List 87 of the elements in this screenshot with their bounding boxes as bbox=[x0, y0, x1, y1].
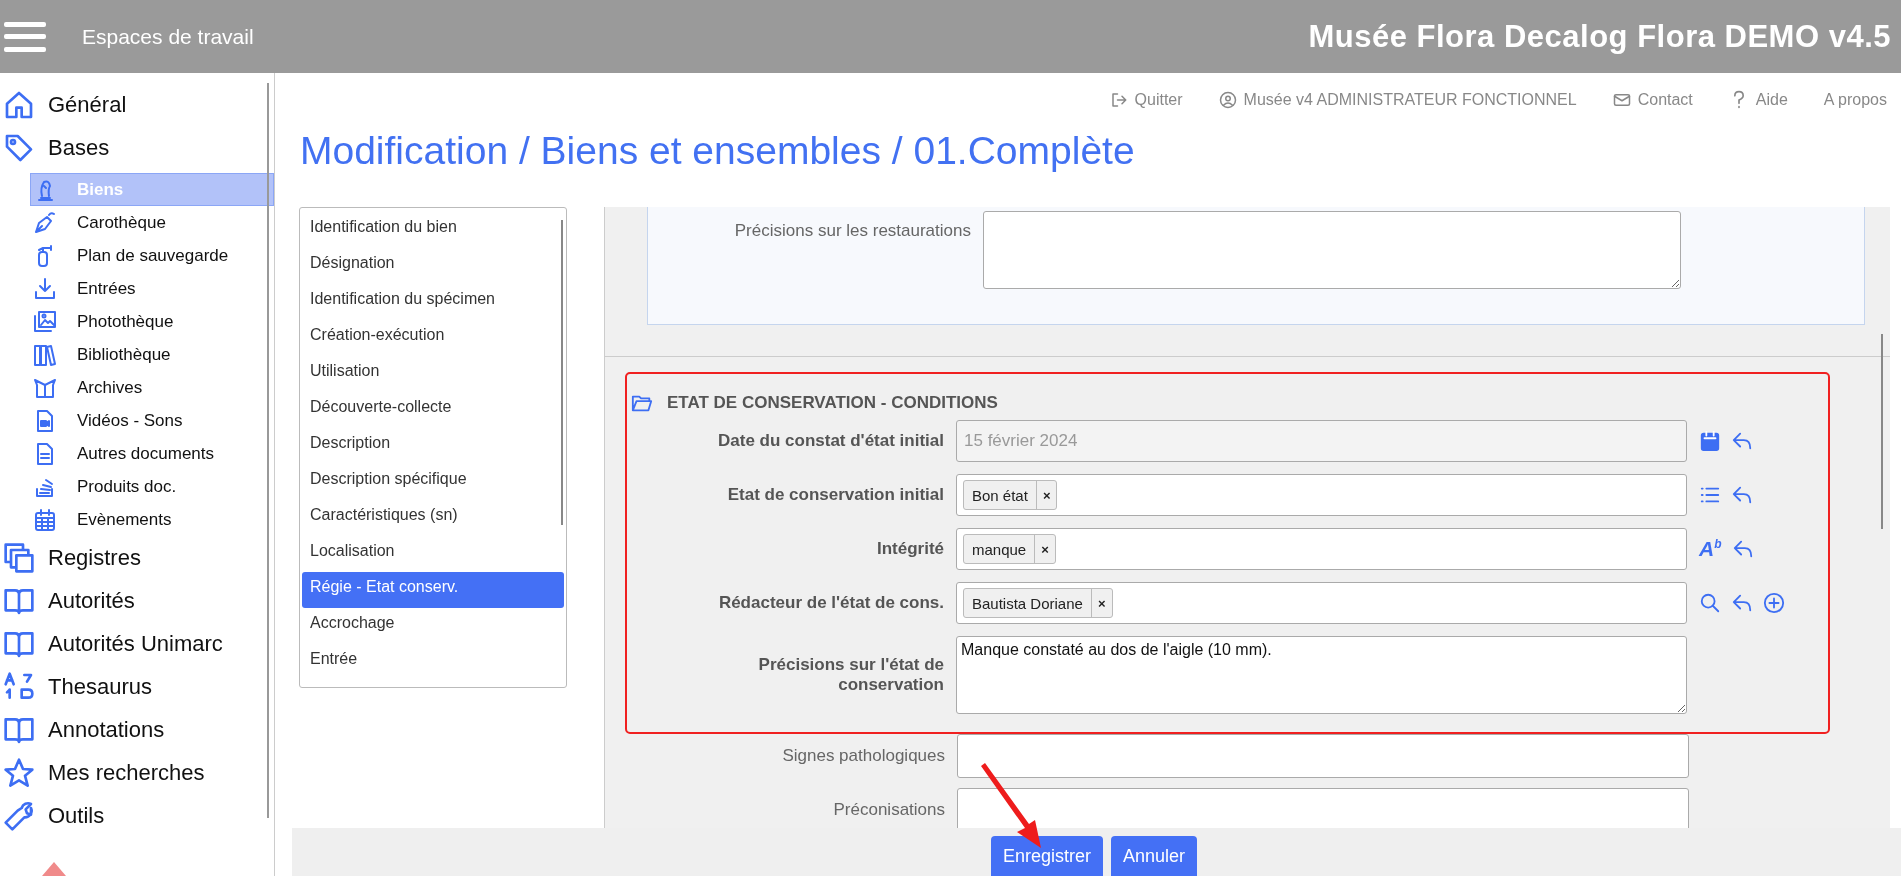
images-icon bbox=[33, 309, 57, 334]
action-button[interactable]: Enregistrer bbox=[991, 836, 1104, 876]
section-nav-item[interactable]: Désignation bbox=[302, 248, 528, 284]
section-nav-item[interactable]: Localisation bbox=[302, 536, 528, 572]
tag-label: manque bbox=[971, 540, 1028, 558]
top-link[interactable]: Quitter bbox=[1109, 91, 1183, 109]
stacked-windows-icon bbox=[3, 541, 35, 574]
top-link[interactable]: Musée v4 ADMINISTRATEUR FONCTIONNEL bbox=[1218, 91, 1577, 109]
sidebar-item[interactable]: Thesaurus bbox=[0, 665, 274, 708]
books-icon bbox=[33, 342, 57, 367]
sidebar-subitem[interactable]: Autres documents bbox=[30, 437, 274, 470]
sidebar-subitem[interactable]: Photothèque bbox=[30, 305, 274, 338]
text-style-button[interactable]: A$^{b}$ bbox=[1699, 537, 1722, 561]
field-label: Précisions sur les restaurations bbox=[733, 220, 971, 241]
field-label: Etat de conservation initial bbox=[726, 485, 944, 505]
undo-icon bbox=[1731, 430, 1753, 452]
tag-input[interactable]: manque × bbox=[956, 528, 1687, 570]
field-label: Signes pathologiques bbox=[781, 746, 945, 766]
calendar-icon bbox=[33, 507, 57, 532]
input-field[interactable] bbox=[957, 734, 1689, 778]
section-nav-item[interactable]: Création-exécution bbox=[302, 320, 528, 356]
input-field[interactable] bbox=[957, 788, 1689, 828]
sidebar-subitem[interactable]: Vidéos - Sons bbox=[30, 404, 274, 437]
search-icon bbox=[1699, 592, 1721, 614]
field-label: Précisions sur l'état de conservation bbox=[757, 655, 944, 695]
sidebar-item[interactable]: Annotations bbox=[0, 708, 274, 751]
section-nav-item[interactable]: Caractéristiques (sn) bbox=[302, 500, 528, 536]
text-area[interactable] bbox=[983, 211, 1681, 289]
section-nav-item[interactable]: Identification du bien bbox=[302, 212, 528, 248]
section-title: ETAT DE CONSERVATION - CONDITIONS bbox=[667, 393, 998, 413]
section-nav-item[interactable]: Description spécifique bbox=[302, 464, 528, 500]
sidebar-subitem[interactable]: Evènements bbox=[30, 503, 274, 536]
page-title: Modification / Biens et ensembles / 01.Complète bbox=[300, 129, 1136, 174]
plus-circle-icon bbox=[1763, 592, 1785, 614]
sidebar-item[interactable]: Registres bbox=[0, 536, 274, 579]
tag-label: Bautista Doriane bbox=[971, 594, 1084, 612]
remove-button[interactable]: × bbox=[1035, 481, 1057, 509]
menu-icon[interactable] bbox=[4, 21, 46, 52]
star-icon bbox=[3, 756, 35, 789]
download-tray-icon bbox=[33, 276, 57, 301]
section-nav-item[interactable]: Découverte-collecte bbox=[302, 392, 528, 428]
section-nav-item[interactable]: Entrée bbox=[302, 644, 528, 680]
section-nav-item[interactable]: Utilisation bbox=[302, 356, 528, 392]
scrollbar[interactable] bbox=[1881, 334, 1883, 529]
remove-button[interactable]: × bbox=[1090, 589, 1112, 617]
envelope-icon bbox=[1612, 91, 1631, 109]
sidebar-item[interactable]: Mes recherches bbox=[0, 751, 274, 794]
text-area[interactable]: Manque constaté au dos de l'aigle (10 mm). bbox=[956, 636, 1687, 714]
sidebar-subitem[interactable]: Produits doc. bbox=[30, 470, 274, 503]
sidebar-subitem[interactable]: Bibliothèque bbox=[30, 338, 274, 371]
tag-input[interactable]: Bon état × bbox=[956, 474, 1687, 516]
field-label: Préconisations bbox=[832, 800, 945, 820]
scrollbar[interactable] bbox=[267, 83, 269, 818]
field-label: Date du constat d'état initial bbox=[717, 431, 944, 451]
sidebar-item[interactable]: Bases bbox=[0, 126, 274, 169]
sidebar-subitem[interactable]: Carothèque bbox=[30, 206, 274, 239]
sidebar-subitem[interactable]: Entrées bbox=[30, 272, 274, 305]
top-link[interactable]: A propos bbox=[1823, 91, 1887, 109]
section-nav-item[interactable]: Régie - Etat conserv. bbox=[302, 572, 564, 608]
app-title: Musée Flora Decalog Flora DEMO v4.5 bbox=[1308, 18, 1891, 55]
wrench-icon bbox=[3, 799, 35, 832]
section-nav-item[interactable]: Description bbox=[302, 428, 528, 464]
undo-icon bbox=[1731, 538, 1754, 560]
scrollbar[interactable] bbox=[561, 220, 563, 525]
field-label: Rédacteur de l'état de cons. bbox=[717, 593, 944, 613]
top-link[interactable]: Contact bbox=[1612, 91, 1693, 109]
sidebar-subitem[interactable]: Plan de sauvegarde bbox=[30, 239, 274, 272]
sidebar-item[interactable]: Autorités bbox=[0, 579, 274, 622]
section-nav-item[interactable]: Accrochage bbox=[302, 608, 528, 644]
tag-input[interactable]: Bautista Doriane × bbox=[956, 582, 1687, 624]
sidebar-subitem[interactable]: Archives bbox=[30, 371, 274, 404]
section-nav-item[interactable]: Identification du spécimen bbox=[302, 284, 528, 320]
exit-icon bbox=[1109, 91, 1128, 109]
undo-icon bbox=[1731, 484, 1753, 506]
sidebar-item[interactable]: Autorités Unimarc bbox=[0, 622, 274, 665]
calendar-icon bbox=[1699, 430, 1721, 452]
user-circle-icon bbox=[1218, 91, 1237, 109]
field-label: Intégrité bbox=[875, 539, 944, 559]
sidebar-item[interactable]: Général bbox=[0, 83, 274, 126]
action-button[interactable]: Annuler bbox=[1111, 836, 1198, 876]
pen-nib-icon bbox=[33, 210, 57, 235]
tag-label: Bon état bbox=[971, 486, 1029, 504]
arrow-tip bbox=[42, 862, 66, 876]
top-link[interactable]: Aide bbox=[1728, 90, 1788, 110]
undo-icon bbox=[1731, 592, 1753, 614]
sidebar-item[interactable]: Outils bbox=[0, 794, 274, 837]
remove-button[interactable]: × bbox=[1034, 535, 1055, 563]
